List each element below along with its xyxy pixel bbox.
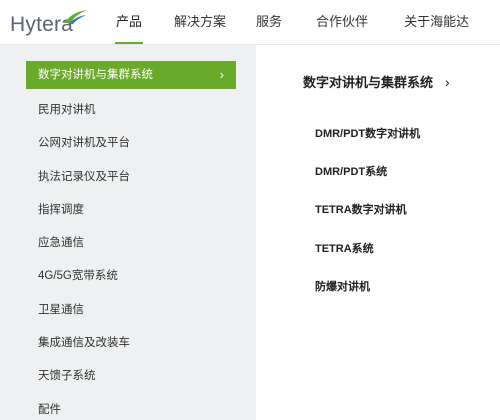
main-nav: 产品 解决方案 服务 合作伙伴 关于海能达	[104, 0, 481, 44]
submenu-item-dmr-pdt-system[interactable]: DMR/PDT系统	[315, 163, 420, 201]
chevron-right-icon: ›	[219, 67, 224, 82]
nav-item-partners[interactable]: 合作伙伴	[304, 0, 380, 44]
nav-item-about[interactable]: 关于海能达	[392, 0, 481, 44]
sidebar-item-broadband-system[interactable]: 4G/5G宽带系统	[26, 260, 236, 293]
submenu-panel: 数字对讲机与集群系统 › DMR/PDT数字对讲机 DMR/PDT系统 TETRA…	[256, 45, 500, 420]
sidebar-item-command-dispatch[interactable]: 指挥调度	[26, 194, 236, 227]
submenu-title-link[interactable]: 数字对讲机与集群系统 ›	[303, 72, 450, 91]
sidebar-item-civil-radio[interactable]: 民用对讲机	[26, 94, 236, 127]
product-category-sidebar: 数字对讲机与集群系统 › 民用对讲机 公网对讲机及平台 执法记录仪及平台 指挥调…	[0, 45, 256, 420]
hytera-logo[interactable]: Hytera	[10, 9, 90, 37]
sidebar-item-emergency-comms[interactable]: 应急通信	[26, 227, 236, 260]
chevron-right-icon: ›	[445, 74, 450, 90]
site-header: Hytera 产品 解决方案 服务 合作伙伴 关于海能达	[0, 0, 500, 44]
sidebar-item-integrated-vehicles[interactable]: 集成通信及改装车	[26, 327, 236, 360]
nav-item-services[interactable]: 服务	[244, 0, 294, 44]
sidebar-item-digital-radio-trunking[interactable]: 数字对讲机与集群系统 ›	[26, 61, 236, 89]
category-list: 数字对讲机与集群系统 › 民用对讲机 公网对讲机及平台 执法记录仪及平台 指挥调…	[26, 61, 236, 420]
logo-swoosh-icon	[64, 10, 87, 24]
submenu-list: DMR/PDT数字对讲机 DMR/PDT系统 TETRA数字对讲机 TETRA系…	[315, 125, 420, 316]
sidebar-item-body-camera-platform[interactable]: 执法记录仪及平台	[26, 161, 236, 194]
sidebar-item-accessories[interactable]: 配件	[26, 394, 236, 420]
submenu-item-dmr-pdt-radio[interactable]: DMR/PDT数字对讲机	[315, 125, 420, 163]
sidebar-item-satellite-comms[interactable]: 卫星通信	[26, 294, 236, 327]
nav-item-solutions[interactable]: 解决方案	[162, 0, 238, 44]
submenu-item-tetra-system[interactable]: TETRA系统	[315, 240, 420, 278]
sidebar-item-poc-radio-platform[interactable]: 公网对讲机及平台	[26, 127, 236, 160]
sidebar-item-antenna-subsystem[interactable]: 天馈子系统	[26, 360, 236, 393]
nav-item-products[interactable]: 产品	[104, 0, 154, 44]
submenu-title: 数字对讲机与集群系统	[303, 75, 434, 90]
submenu-item-tetra-radio[interactable]: TETRA数字对讲机	[315, 201, 420, 239]
submenu-item-explosion-proof-radio[interactable]: 防爆对讲机	[315, 278, 420, 316]
sidebar-item-label: 数字对讲机与集群系统	[38, 69, 153, 81]
